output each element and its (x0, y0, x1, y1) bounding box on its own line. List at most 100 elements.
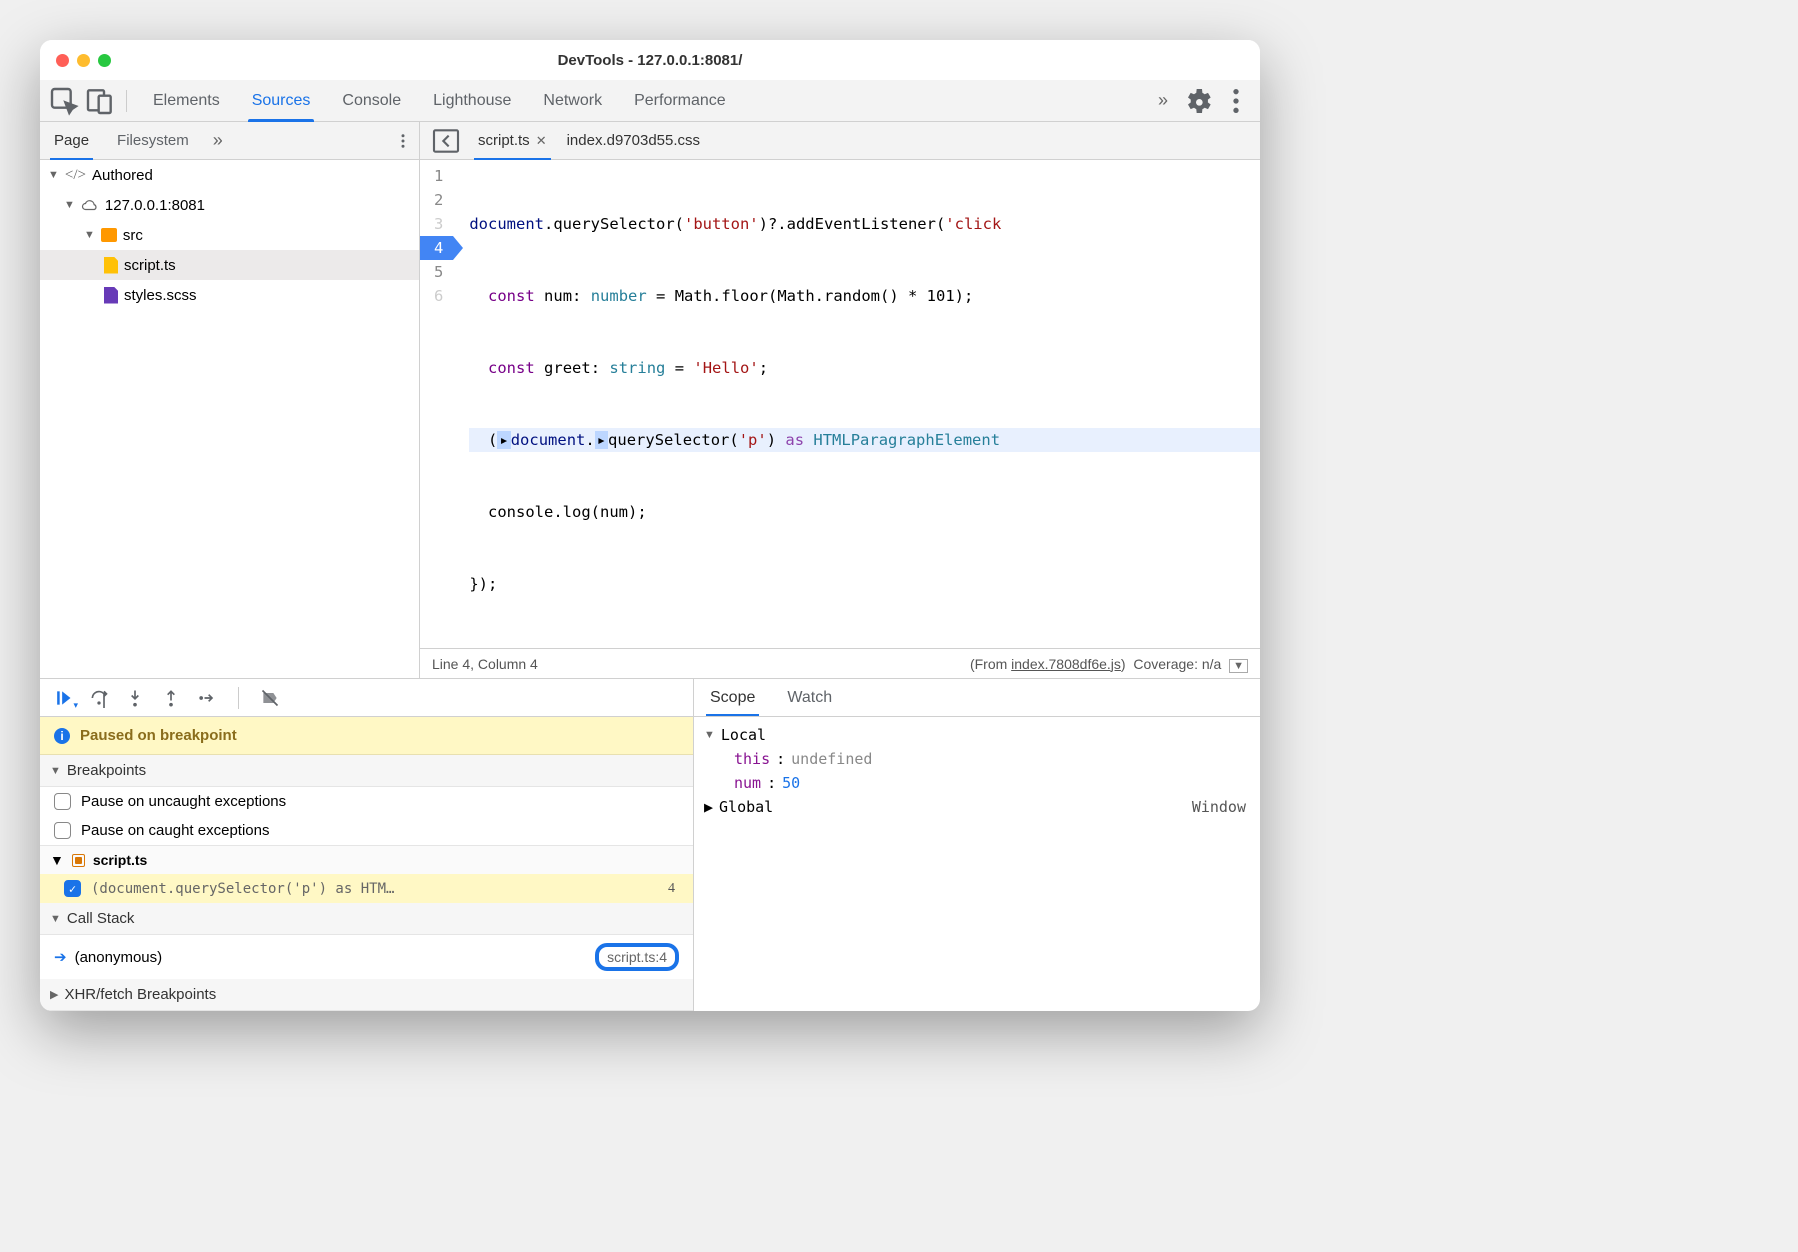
step-over-icon[interactable] (88, 687, 110, 709)
step-into-icon[interactable] (124, 687, 146, 709)
xhr-breakpoints-header[interactable]: ▶ XHR/fetch Breakpoints (40, 979, 693, 1011)
debugger-pane: ▾ i Pa (40, 678, 1260, 1011)
deactivate-breakpoints-icon[interactable] (259, 687, 281, 709)
pause-caught-row[interactable]: Pause on caught exceptions (40, 816, 693, 845)
tab-sources[interactable]: Sources (236, 80, 327, 122)
resume-icon[interactable]: ▾ (52, 687, 74, 709)
file-tab-index-css[interactable]: index.d9703d55.css (563, 122, 704, 160)
tree-label: 127.0.0.1:8081 (105, 197, 205, 214)
scope-global[interactable]: ▶ Global Window (694, 795, 1260, 819)
navigator-more-button[interactable]: » (203, 130, 233, 151)
gear-icon[interactable] (1182, 85, 1214, 117)
scope-pane: Scope Watch ▼ Local this: undefined num:… (694, 679, 1260, 1011)
callstack-header[interactable]: ▼ Call Stack (40, 903, 693, 935)
device-toggle-icon[interactable] (84, 85, 116, 117)
panel-tabs: Elements Sources Console Lighthouse Netw… (137, 80, 1144, 122)
tree-folder-src[interactable]: ▼ src (40, 220, 419, 250)
debugger-sidebar: ▾ i Pa (40, 679, 694, 1011)
disclosure-triangle-icon[interactable]: ▼ (50, 852, 64, 868)
info-icon: i (54, 728, 70, 744)
coverage-label: Coverage: n/a (1133, 656, 1221, 672)
scope-tabs: Scope Watch (694, 679, 1260, 717)
scope-local[interactable]: ▼ Local (694, 723, 1260, 747)
breakpoint-file-icon (72, 854, 85, 867)
frame-name: (anonymous) (75, 949, 163, 966)
dropdown-icon[interactable]: ▼ (1229, 659, 1248, 673)
traffic-lights (56, 54, 111, 67)
navtab-filesystem[interactable]: Filesystem (103, 122, 203, 160)
toggle-navigator-icon[interactable] (430, 125, 462, 157)
file-tree: ▼ </> Authored ▼ 127.0.0.1:8081 ▼ src sc… (40, 160, 420, 678)
maximize-window-button[interactable] (98, 54, 111, 67)
frame-location[interactable]: script.ts:4 (595, 943, 679, 971)
scope-value: Window (1192, 798, 1246, 816)
scope-label: Global (719, 798, 773, 816)
tab-performance[interactable]: Performance (618, 80, 742, 122)
tree-authored[interactable]: ▼ </> Authored (40, 160, 419, 190)
minimize-window-button[interactable] (77, 54, 90, 67)
folder-icon (101, 228, 117, 242)
var-name: this (734, 750, 770, 768)
tab-watch[interactable]: Watch (771, 679, 848, 716)
scope-var-num[interactable]: num: 50 (694, 771, 1260, 795)
file-tab-script-ts[interactable]: script.ts ✕ (474, 122, 551, 160)
breakpoint-item[interactable]: ✓ (document.querySelector('p') as HTM… 4 (40, 874, 693, 903)
code-editor[interactable]: 1 2 3 4 5 6 document.querySelector('butt… (420, 160, 1260, 648)
disclosure-triangle-icon[interactable]: ▼ (48, 169, 59, 181)
disclosure-triangle-icon[interactable]: ▶ (50, 988, 58, 1001)
file-icon (104, 257, 118, 274)
tree-host[interactable]: ▼ 127.0.0.1:8081 (40, 190, 419, 220)
var-name: num (734, 774, 761, 792)
tab-elements[interactable]: Elements (137, 80, 236, 122)
separator (238, 687, 239, 709)
tree-label: Authored (92, 167, 153, 184)
tree-file-script-ts[interactable]: script.ts (40, 250, 419, 280)
step-out-icon[interactable] (160, 687, 182, 709)
tree-label: script.ts (124, 257, 176, 274)
inspect-icon[interactable] (48, 85, 80, 117)
step-icon[interactable] (196, 687, 218, 709)
breakpoint-file-header[interactable]: ▼ script.ts (40, 845, 693, 874)
cursor-position: Line 4, Column 4 (432, 656, 538, 672)
line-gutter[interactable]: 1 2 3 4 5 6 (420, 160, 453, 648)
disclosure-triangle-icon[interactable]: ▼ (704, 729, 715, 741)
scope-var-this[interactable]: this: undefined (694, 747, 1260, 771)
checkbox[interactable] (54, 822, 71, 839)
tab-console[interactable]: Console (326, 80, 417, 122)
checkbox[interactable] (54, 793, 71, 810)
code-body[interactable]: document.querySelector('button')?.addEve… (453, 160, 1260, 648)
current-frame-icon: ➔ (54, 948, 67, 966)
checkbox[interactable]: ✓ (64, 880, 81, 897)
disclosure-triangle-icon[interactable]: ▼ (50, 913, 61, 925)
var-value: undefined (791, 750, 872, 768)
option-label: Pause on uncaught exceptions (81, 793, 286, 810)
kebab-menu-icon[interactable] (1220, 85, 1252, 117)
close-icon[interactable]: ✕ (536, 133, 547, 149)
navigator-kebab-icon[interactable] (387, 125, 419, 157)
file-tab-label: script.ts (478, 132, 530, 149)
debugger-toolbar: ▾ (40, 679, 693, 717)
main-toolbar: Elements Sources Console Lighthouse Netw… (40, 80, 1260, 122)
pause-uncaught-row[interactable]: Pause on uncaught exceptions (40, 787, 693, 816)
tab-lighthouse[interactable]: Lighthouse (417, 80, 527, 122)
titlebar: DevTools - 127.0.0.1:8081/ (40, 40, 1260, 80)
devtools-window: DevTools - 127.0.0.1:8081/ Elements Sour… (40, 40, 1260, 1011)
navtab-page[interactable]: Page (40, 122, 103, 160)
source-map-link[interactable]: index.7808df6e.js (1011, 656, 1121, 672)
disclosure-triangle-icon[interactable]: ▼ (84, 229, 95, 241)
disclosure-triangle-icon[interactable]: ▼ (64, 199, 75, 211)
callstack-frame[interactable]: ➔ (anonymous) script.ts:4 (40, 935, 693, 979)
tab-scope[interactable]: Scope (694, 679, 771, 716)
breakpoints-header[interactable]: ▼ Breakpoints (40, 755, 693, 787)
scope-body: ▼ Local this: undefined num: 50 ▶ Global (694, 717, 1260, 825)
more-tabs-button[interactable]: » (1148, 90, 1178, 111)
disclosure-triangle-icon[interactable]: ▼ (50, 765, 61, 777)
tab-network[interactable]: Network (527, 80, 618, 122)
tree-label: src (123, 227, 143, 244)
tree-file-styles-scss[interactable]: styles.scss (40, 280, 419, 310)
source-info: (From index.7808df6e.js) Coverage: n/a ▼ (970, 656, 1248, 672)
disclosure-triangle-icon[interactable]: ▶ (704, 798, 713, 816)
separator (126, 90, 127, 112)
close-window-button[interactable] (56, 54, 69, 67)
pause-banner: i Paused on breakpoint (40, 717, 693, 755)
